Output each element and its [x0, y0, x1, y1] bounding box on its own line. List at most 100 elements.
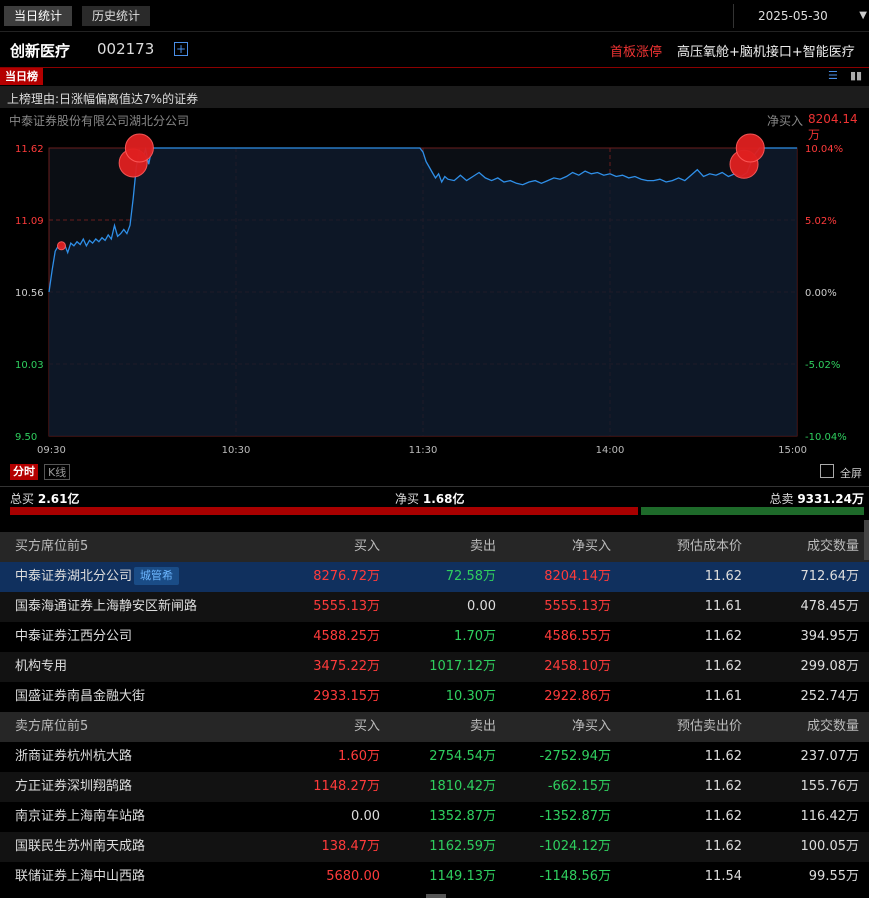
intraday-chart[interactable]: 11.62 10.04% 11.09 5.02% 10.56 0.00% 10.03 -5.0…: [0, 130, 869, 460]
seat-name-cell[interactable]: 国盛证券南昌金融大街: [15, 682, 145, 712]
sell-header-cell[interactable]: 净买入: [572, 712, 611, 742]
price-cell: 11.62: [704, 569, 742, 584]
price-cell: 11.54: [704, 869, 742, 884]
net-cell: 5555.13万: [544, 599, 611, 614]
buy-header-cell[interactable]: 买入: [354, 532, 380, 562]
sell-cell: 1352.87万: [429, 809, 496, 824]
tab-kline[interactable]: K线: [44, 464, 71, 480]
price-cell: 11.61: [704, 689, 742, 704]
table-row[interactable]: 国联民生苏州南天成路 138.47万 1162.59万 -1024.12万 11.62 1…: [0, 832, 869, 862]
buy-cell: 5555.13万: [313, 599, 380, 614]
y-pct-tick-label: 5.02%: [805, 216, 837, 227]
seat-name-text: 浙商证券杭州杭大路: [15, 749, 133, 764]
tab-history-stats[interactable]: 历史统计: [82, 6, 151, 26]
table-row[interactable]: 南京证券上海南车站路 0.00 1352.87万 -1352.87万 11.62 116.…: [0, 802, 869, 832]
qty-cell: 100.05万: [800, 839, 860, 854]
seat-name-cell[interactable]: 浙商证券杭州杭大路: [15, 742, 132, 772]
y-pct-tick-label: -10.04%: [805, 432, 847, 443]
board-tag[interactable]: 当日榜: [0, 68, 43, 85]
tab-today-stats[interactable]: 当日统计: [4, 6, 73, 26]
seat-name-cell[interactable]: 国联民生苏州南天成路: [15, 832, 145, 862]
tab-intraday[interactable]: 分时: [10, 464, 38, 480]
y-tick-label: 11.09: [15, 216, 44, 227]
seat-name-cell[interactable]: 中泰证券江西分公司: [15, 622, 132, 652]
x-tick-label: 10:30: [222, 445, 251, 456]
seat-name-text: 国盛证券南昌金融大街: [15, 689, 146, 704]
scrollbar[interactable]: [864, 520, 869, 560]
limit-status: 首板涨停: [610, 45, 663, 60]
y-tick-label: 9.50: [15, 432, 37, 443]
x-tick-label: 11:30: [409, 445, 438, 456]
fullscreen-label[interactable]: 全屏: [840, 465, 862, 481]
fullscreen-icon[interactable]: [820, 464, 834, 478]
sell-header-cell[interactable]: 成交数量: [807, 712, 859, 742]
sell-table-header: 卖方席位前5 买入 卖出 净买入 预估卖出价 成交数量: [0, 712, 869, 742]
table-row[interactable]: 机构专用 3475.22万 1017.12万 2458.10万 11.62 299.08万: [0, 652, 869, 682]
price-cell: 11.62: [704, 749, 742, 764]
seat-name-text: 机构专用: [15, 659, 68, 674]
seat-name: 中泰证券股份有限公司湖北分公司: [9, 114, 190, 128]
seat-name-cell[interactable]: 南京证券上海南车站路: [15, 802, 145, 832]
sell-cell: 10.30万: [445, 689, 496, 704]
buy-sell-ratio-bar: [10, 507, 864, 515]
table-row[interactable]: 中泰证券湖北分公司 城管希 8276.72万 72.58万 8204.14万 11.62 7…: [0, 562, 869, 592]
listing-reason: 上榜理由:日涨幅偏离值达7%的证券: [7, 92, 199, 106]
resize-handle[interactable]: [426, 894, 446, 898]
table-row[interactable]: 中泰证券江西分公司 4588.25万 1.70万 4586.55万 11.62 394.9…: [0, 622, 869, 652]
sell-cell: 72.58万: [445, 569, 496, 584]
x-tick-label: 09:30: [37, 445, 66, 456]
qty-cell: 99.55万: [808, 869, 859, 884]
price-area: [49, 148, 797, 436]
table-row[interactable]: 联储证券上海中山西路 5680.00 1149.13万 -1148.56万 11.54 9…: [0, 862, 869, 892]
stock-code: 002173: [97, 40, 155, 58]
table-row[interactable]: 方正证券深圳翔鹄路 1148.27万 1810.42万 -662.15万 11.62 15…: [0, 772, 869, 802]
table-row[interactable]: 国泰海通证券上海静安区新闸路 5555.13万 0.00 5555.13万 11.61 4…: [0, 592, 869, 622]
seat-name-cell[interactable]: 国泰海通证券上海静安区新闸路: [15, 592, 197, 622]
seat-name-text: 方正证券深圳翔鹄路: [15, 779, 133, 794]
bar-chart-icon[interactable]: ▮▮: [850, 70, 864, 82]
seat-name-cell[interactable]: 方正证券深圳翔鹄路: [15, 772, 132, 802]
y-pct-tick-label: -5.02%: [805, 360, 840, 371]
total-net: 净买 1.68亿: [395, 492, 465, 506]
total-sell: 总卖 9331.24万: [769, 492, 864, 506]
trader-tag-badge[interactable]: 城管希: [134, 566, 180, 585]
table-row[interactable]: 浙商证券杭州杭大路 1.60万 2754.54万 -2752.94万 11.62 237.…: [0, 742, 869, 772]
sell-header-cell[interactable]: 卖出: [470, 712, 496, 742]
qty-cell: 299.08万: [800, 659, 860, 674]
x-tick-label: 15:00: [778, 445, 807, 456]
net-cell: 4586.55万: [544, 629, 611, 644]
buy-header-cell[interactable]: 预估成本价: [677, 532, 742, 562]
ratio-buy-part: [10, 507, 639, 515]
buy-header-cell[interactable]: 成交数量: [807, 532, 859, 562]
buy-header-cell[interactable]: 净买入: [572, 532, 611, 562]
sell-header-cell[interactable]: 预估卖出价: [677, 712, 742, 742]
net-cell: -1024.12万: [539, 839, 611, 854]
y-tick-label: 10.03: [15, 360, 44, 371]
seat-name-cell[interactable]: 机构专用: [15, 652, 67, 682]
buy-cell: 8276.72万: [313, 569, 380, 584]
buy-cell: 4588.25万: [313, 629, 380, 644]
seat-name-cell[interactable]: 联储证券上海中山西路: [15, 862, 145, 892]
price-cell: 11.62: [704, 809, 742, 824]
seat-name-text: 国泰海通证券上海静安区新闸路: [15, 599, 198, 614]
price-cell: 11.62: [704, 779, 742, 794]
sell-header-cell[interactable]: 买入: [354, 712, 380, 742]
add-watchlist-icon[interactable]: +: [174, 42, 188, 56]
sell-cell: 1149.13万: [429, 869, 496, 884]
seat-info: 中泰证券股份有限公司湖北分公司 净买入 8204.14万: [0, 110, 869, 142]
buy-header-cell[interactable]: 卖出: [470, 532, 496, 562]
net-cell: -1148.56万: [539, 869, 611, 884]
seat-name-cell[interactable]: 中泰证券湖北分公司 城管希: [15, 562, 180, 592]
table-row[interactable]: 国盛证券南昌金融大街 2933.15万 10.30万 2922.86万 11.61 252…: [0, 682, 869, 712]
buy-cell: 0.00: [351, 809, 380, 824]
net-buy-label: 净买入: [767, 114, 804, 128]
ratio-sell-part: [640, 507, 864, 515]
seat-name-text: 南京证券上海南车站路: [15, 809, 146, 824]
price-cell: 11.62: [704, 839, 742, 854]
reason-bar: 上榜理由:日涨幅偏离值达7%的证券: [0, 86, 869, 108]
list-view-icon[interactable]: ☰: [828, 70, 842, 82]
chart-tabs: 分时 K线 全屏: [0, 462, 869, 482]
buy-cell: 5680.00: [326, 869, 380, 884]
date-selector[interactable]: 2025-05-30 ▼: [733, 4, 869, 28]
trade-marker: [735, 133, 765, 163]
